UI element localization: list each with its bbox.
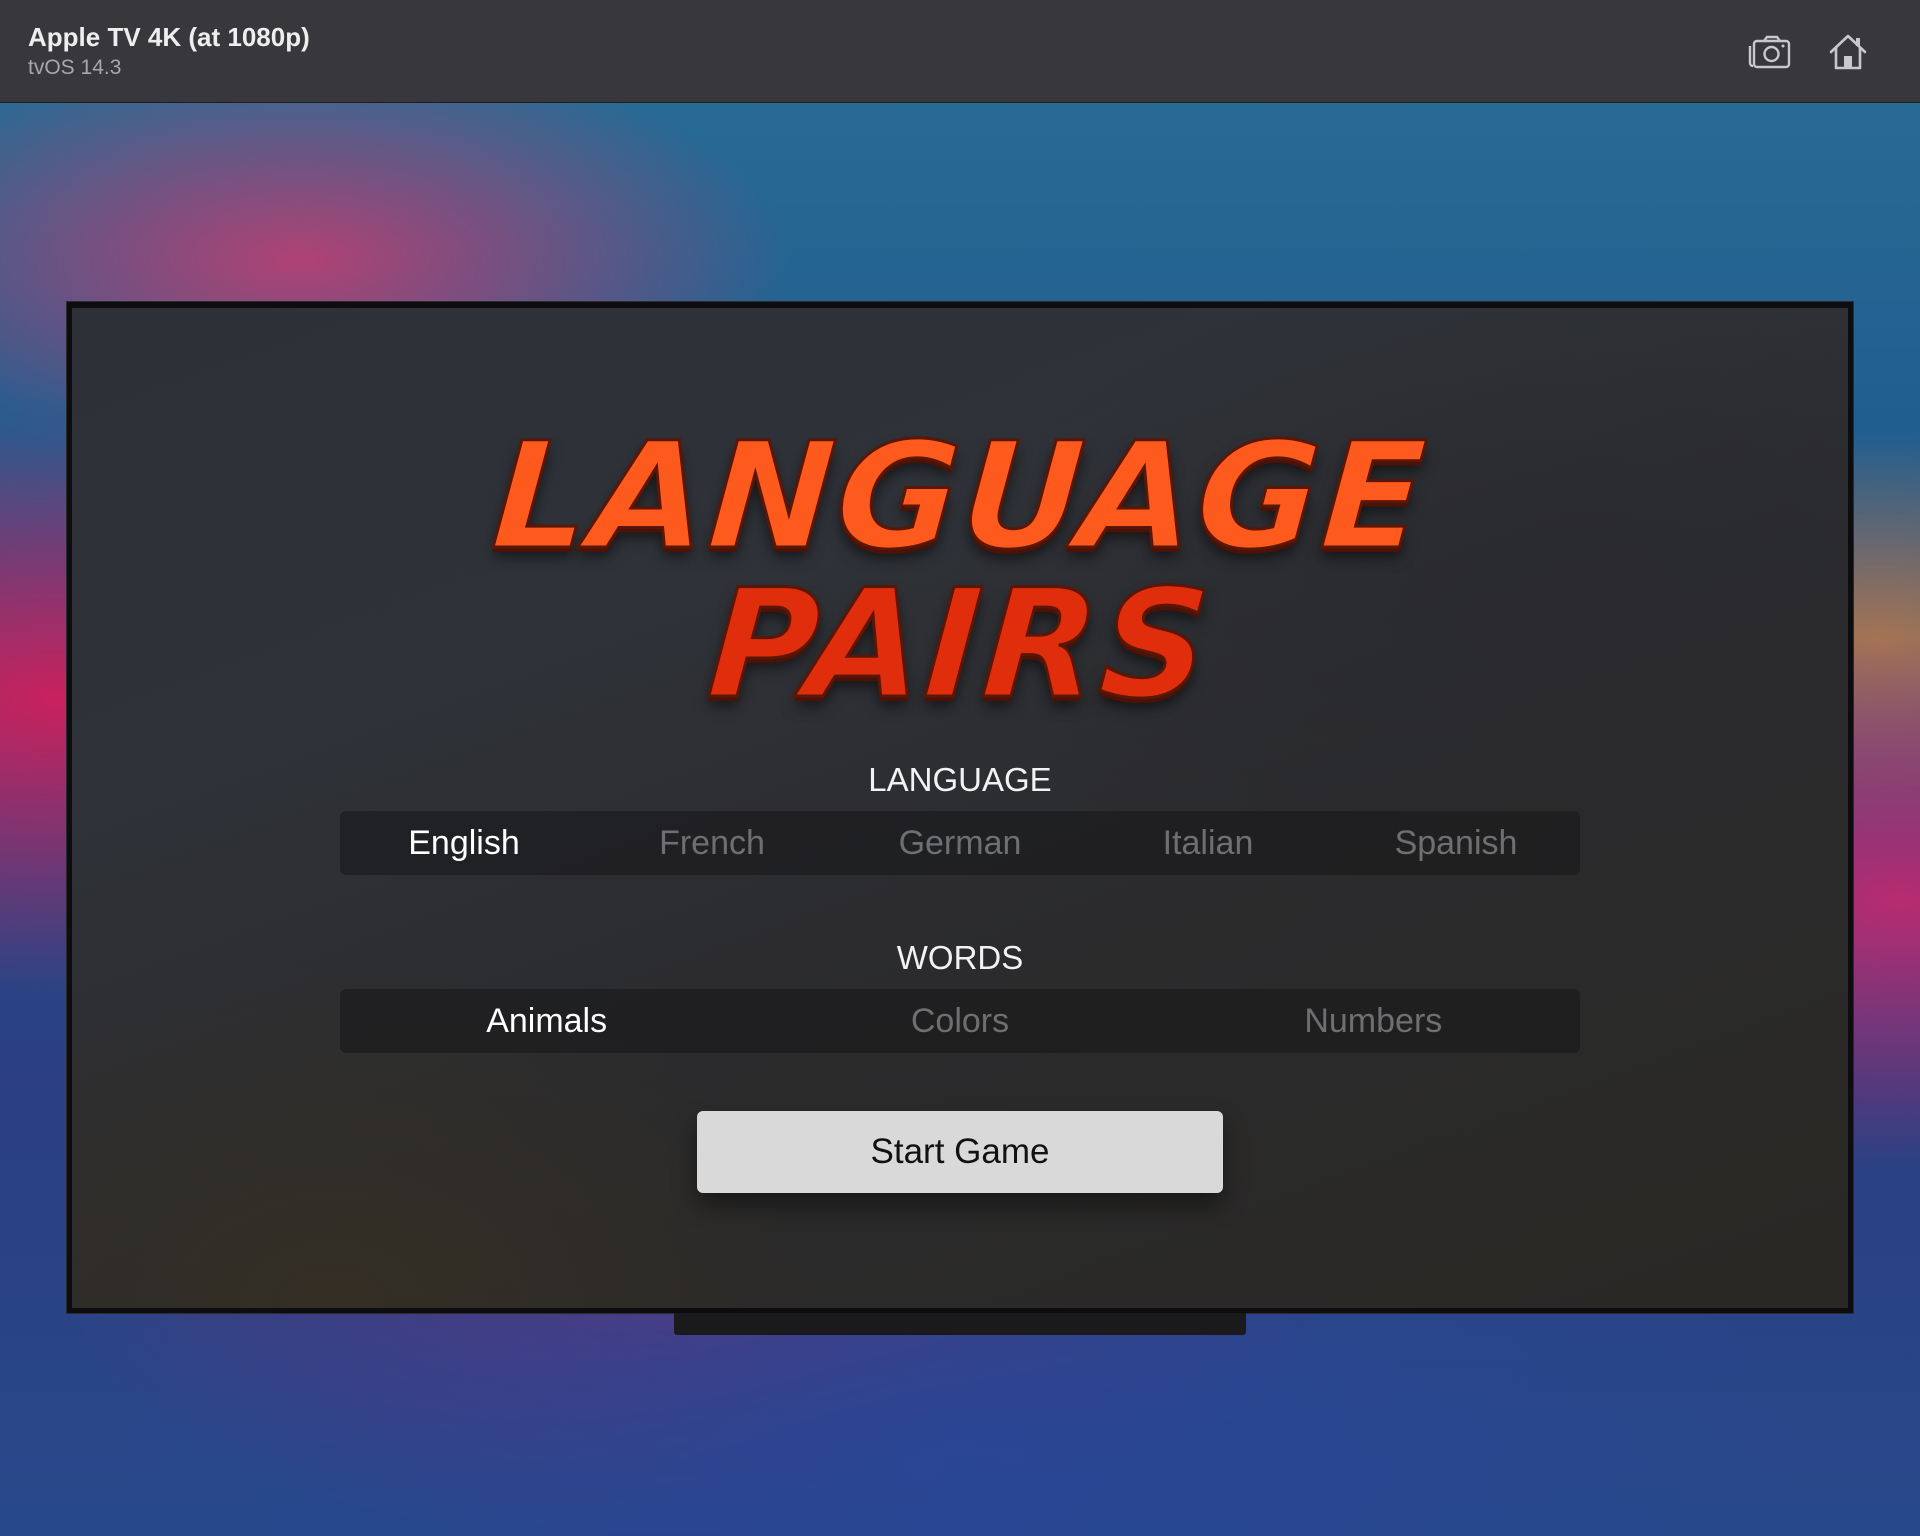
language-option-italian[interactable]: Italian bbox=[1084, 811, 1332, 875]
language-section-label: LANGUAGE bbox=[868, 761, 1052, 798]
language-option-spanish[interactable]: Spanish bbox=[1332, 811, 1580, 875]
words-segmented-control: Animals Colors Numbers bbox=[340, 989, 1580, 1053]
os-version: tvOS 14.3 bbox=[28, 56, 122, 79]
device-title: Apple TV 4K (at 1080p) bbox=[28, 22, 310, 52]
language-option-english[interactable]: English bbox=[340, 811, 588, 875]
words-option-animals[interactable]: Animals bbox=[340, 989, 753, 1053]
words-option-colors[interactable]: Colors bbox=[753, 989, 1166, 1053]
simulator-title-bar: Apple TV 4K (at 1080p) tvOS 14.3 bbox=[0, 0, 1920, 103]
words-option-numbers[interactable]: Numbers bbox=[1167, 989, 1580, 1053]
logo-line-language: LANGUAGE bbox=[486, 410, 1434, 583]
start-game-button[interactable]: Start Game bbox=[697, 1111, 1223, 1193]
tv-screen: LANGUAGE PAIRS LANGUAGE English French G… bbox=[72, 308, 1848, 1308]
screenshot-button[interactable] bbox=[1746, 28, 1794, 76]
words-section-label: WORDS bbox=[896, 939, 1024, 976]
home-icon bbox=[1829, 34, 1867, 70]
language-option-french[interactable]: French bbox=[588, 811, 836, 875]
home-button[interactable] bbox=[1824, 28, 1872, 76]
tv-stand bbox=[674, 1313, 1246, 1335]
camera-icon bbox=[1748, 35, 1791, 69]
language-segmented-control: English French German Italian Spanish bbox=[340, 811, 1580, 875]
logo-line-pairs: PAIRS bbox=[702, 557, 1219, 734]
language-option-german[interactable]: German bbox=[836, 811, 1084, 875]
